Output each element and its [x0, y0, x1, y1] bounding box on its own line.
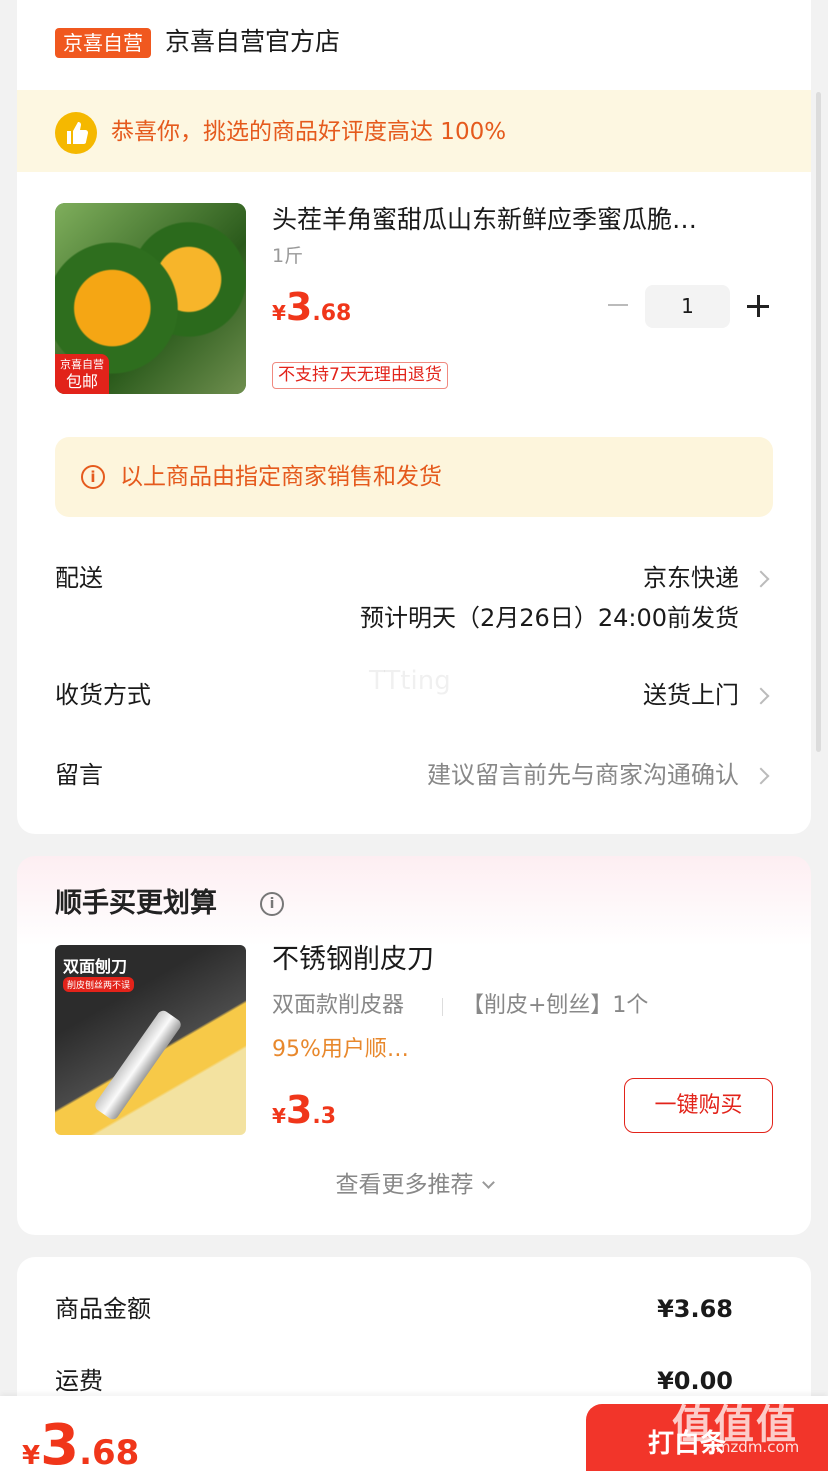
info-icon[interactable]: i [260, 892, 284, 916]
scrollbar[interactable] [816, 92, 821, 752]
goods-amount-label: 商品金额 [55, 1295, 151, 1323]
thumbs-up-icon [55, 112, 97, 154]
chevron-down-icon [481, 1176, 495, 1189]
peeler-blade-graphic [92, 1008, 184, 1122]
one-click-buy-button[interactable]: 一键购买 [624, 1078, 773, 1133]
total-price: ¥3.68 [22, 1418, 139, 1471]
recommendation-title: 顺手买更划算 [55, 888, 217, 919]
receive-chevron-right-icon[interactable] [752, 687, 770, 705]
price-integer: 3 [285, 1088, 313, 1132]
message-label: 留言 [55, 761, 103, 789]
view-more-label: 查看更多推荐 [335, 1172, 474, 1198]
price-decimal: .68 [312, 301, 352, 326]
total-price-decimal: .68 [79, 1433, 140, 1471]
seller-notice: i 以上商品由指定商家销售和发货 [55, 437, 773, 517]
product-image[interactable]: 京喜自营 包邮 [55, 203, 246, 394]
store-name[interactable]: 京喜自营官方店 [165, 24, 340, 60]
product-image-tag: 京喜自营 包邮 [55, 354, 109, 394]
recommended-product-spec: 双面款削皮器 [272, 993, 405, 1018]
message-chevron-right-icon[interactable] [752, 767, 770, 785]
recommended-product-image[interactable]: 双面刨刀 削皮刨丝两不误 [55, 945, 246, 1135]
message-field[interactable]: 建议留言前先与商家沟通确认 [427, 757, 739, 793]
watermark-text: TTting [369, 666, 451, 696]
peeler-image-sublabel: 削皮刨丝两不误 [63, 977, 135, 992]
tag-store-label: 京喜自营 [60, 358, 104, 371]
quantity-increase-button[interactable] [745, 293, 771, 319]
recommended-product-name[interactable]: 不锈钢削皮刀 [272, 940, 434, 980]
price-decimal: .3 [312, 1104, 337, 1129]
goods-amount-value: ¥3.68 [657, 1295, 733, 1323]
receive-method-label: 收货方式 [55, 681, 151, 709]
product-title[interactable]: 头茬羊角蜜甜瓜山东新鲜应季蜜瓜脆… [272, 202, 762, 238]
product-price: ¥3.68 [272, 288, 351, 326]
price-symbol: ¥ [272, 1104, 286, 1128]
info-icon: i [81, 465, 105, 489]
spec-divider [442, 998, 443, 1016]
receive-method-value[interactable]: 送货上门 [643, 677, 739, 713]
delivery-chevron-right-icon[interactable] [752, 570, 770, 588]
store-badge: 京喜自营 [55, 28, 151, 58]
shipping-fee-label: 运费 [55, 1367, 103, 1395]
total-price-symbol: ¥ [22, 1441, 41, 1471]
return-policy-tag: 不支持7天无理由退货 [272, 362, 448, 389]
peeler-image-label: 双面刨刀 [63, 957, 128, 976]
recommended-product-price: ¥3.3 [272, 1091, 336, 1129]
praise-text: 恭喜你，挑选的商品好评度高达 100% [111, 119, 507, 145]
order-store-card: 京喜自营 京喜自营官方店 恭喜你，挑选的商品好评度高达 100% 京喜自营 包邮… [17, 0, 811, 834]
recommended-product-promo: 95%用户顺… [272, 1037, 409, 1062]
recommendation-card: 顺手买更划算 i 双面刨刀 削皮刨丝两不误 不锈钢削皮刀 双面款削皮器 【削皮+… [17, 856, 811, 1235]
quantity-decrease-button[interactable] [605, 292, 631, 318]
site-watermark-url: smzdm.com [708, 1438, 800, 1456]
recommended-product-variant: 【削皮+刨丝】1个 [462, 993, 649, 1018]
delivery-carrier[interactable]: 京东快递 [643, 560, 739, 596]
view-more-recommendations[interactable]: 查看更多推荐 [17, 1165, 811, 1205]
tag-free-shipping: 包邮 [65, 372, 98, 391]
total-price-integer: 3 [40, 1413, 80, 1471]
seller-notice-text: 以上商品由指定商家销售和发货 [120, 464, 442, 490]
delivery-label: 配送 [55, 564, 103, 592]
product-spec: 1斤 [272, 245, 304, 267]
delivery-estimate: 预计明天（2月26日）24:00前发货 [360, 604, 739, 632]
quantity-input[interactable]: 1 [645, 285, 730, 328]
price-integer: 3 [285, 285, 313, 329]
price-symbol: ¥ [272, 301, 286, 325]
praise-banner: 恭喜你，挑选的商品好评度高达 100% [17, 90, 811, 172]
